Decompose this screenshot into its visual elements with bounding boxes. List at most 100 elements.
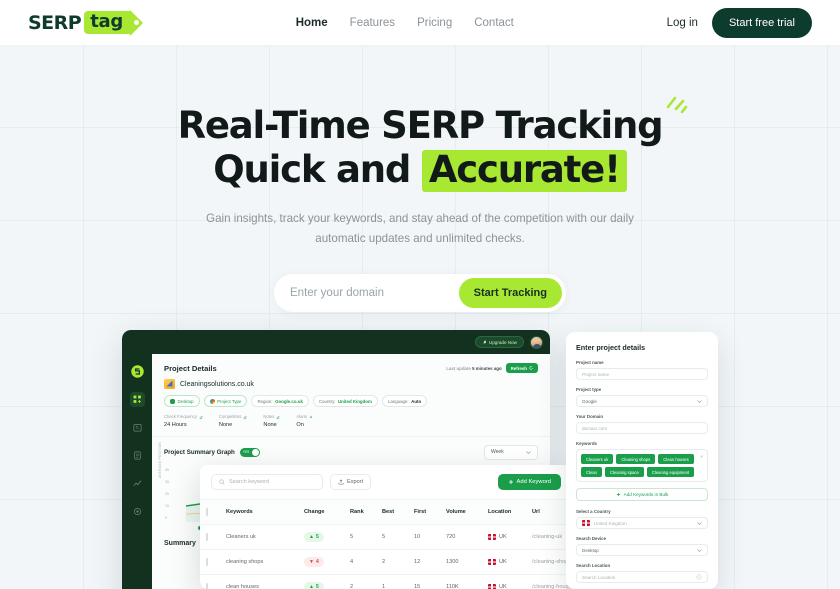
header-rank[interactable]: Rank [350, 509, 382, 515]
cell-change: ▲ 5 [304, 532, 350, 542]
keyword-chip[interactable]: Clean houses [658, 454, 694, 464]
chip-region-label: Region: [257, 398, 273, 404]
change-badge-up: ▲ 5 [304, 582, 324, 589]
nav-link-home[interactable]: Home [296, 17, 328, 29]
period-select[interactable]: Week [484, 444, 538, 460]
chip-country[interactable]: Country: United Kingdom [312, 395, 378, 407]
nav-link-pricing[interactable]: Pricing [417, 17, 452, 29]
table-row[interactable]: Cleaners uk ▲ 5 5 5 10 720 UK /cleaning-… [200, 524, 572, 549]
meta-competitors: Competitors None [219, 414, 248, 428]
sidebar-item-projects[interactable] [129, 392, 145, 407]
header-keywords[interactable]: Keywords [226, 509, 304, 515]
uk-flag-icon [488, 559, 496, 565]
rocket-icon [482, 339, 486, 344]
avatar[interactable] [530, 335, 543, 349]
header-best[interactable]: Best [382, 509, 414, 515]
cell-best: 2 [382, 559, 386, 565]
chip-project-type[interactable]: Project Type [203, 395, 248, 407]
chart-y-axis-label: AVERAGE POSITION [158, 441, 162, 478]
keyword-chip[interactable]: Cleaning equipment [646, 467, 695, 477]
project-name-input[interactable]: Project name [576, 368, 708, 380]
cell-location: UK [488, 559, 532, 565]
table-row[interactable]: cleaning shops ▼ 4 4 2 12 1300 UK /clean… [200, 549, 572, 574]
device-select[interactable]: Desktop [576, 544, 708, 556]
upgrade-now-button[interactable]: Upgrade Now [474, 336, 524, 348]
cell-rank: 4 [350, 559, 354, 565]
sidebar-item-analytics[interactable] [130, 476, 145, 491]
meta-check-frequency-label: Check Frequency [164, 414, 197, 419]
edit-icon[interactable] [276, 415, 280, 419]
summary-graph-toggle[interactable]: YES [239, 447, 260, 457]
chip-language-label: Language: [387, 398, 409, 404]
location-pin-icon [696, 574, 702, 580]
header-first[interactable]: First [414, 509, 446, 515]
row-checkbox[interactable] [206, 583, 208, 589]
edit-icon[interactable] [243, 415, 248, 419]
uk-flag-icon [582, 520, 590, 526]
keyword-search-field[interactable]: Search keyword [211, 474, 323, 490]
keyword-chip[interactable]: Cleaners uk [581, 454, 614, 464]
chip-region[interactable]: Region: Google.co.uk [251, 395, 309, 407]
sidebar-item-settings[interactable] [130, 504, 145, 519]
logo-tag-shape: tag [84, 9, 143, 36]
change-badge-down: ▼ 4 [304, 557, 324, 567]
your-domain-input[interactable]: domain.com [576, 422, 708, 434]
chip-project-type-label: Project Type [217, 398, 242, 404]
add-keywords-bulk-button[interactable]: Add Keywords in Bulk [576, 488, 708, 501]
nav-link-contact[interactable]: Contact [474, 17, 514, 29]
last-update-text: Last update 5 minutes ago [446, 366, 501, 371]
start-tracking-button[interactable]: Start Tracking [458, 277, 562, 308]
table-row[interactable]: clean houses ▲ 5 2 1 15 110K UK /cleanin… [200, 574, 572, 589]
logo-text-tag: tag [84, 10, 130, 35]
headline-line-1-wrap: Real-Time SERP Tracking [178, 96, 688, 148]
headline-highlight: Accurate! [421, 149, 627, 193]
device-value: Desktop [582, 547, 599, 553]
keyword-table-panel: Search keyword Export Add Keyword Keywor… [200, 465, 572, 589]
keyword-chip[interactable]: Cleaning shops [616, 454, 656, 464]
sidebar-item-calendar[interactable] [130, 420, 145, 435]
export-label: Export [347, 479, 364, 485]
keyword-chip[interactable]: Clean [581, 467, 602, 477]
sidebar-item-reports[interactable] [130, 448, 145, 463]
project-type-select[interactable]: Google [576, 395, 708, 407]
header-location[interactable]: Location [488, 509, 532, 515]
meta-notes-label: Notes [263, 414, 275, 419]
page-title: Real-Time SERP Tracking Quick and Accura… [0, 96, 840, 193]
chip-language[interactable]: Language: Auto [381, 395, 428, 407]
country-select[interactable]: United Kingdom [576, 517, 708, 529]
country-value: United Kingdom [594, 520, 627, 526]
location-label: UK [499, 559, 507, 565]
chip-language-value: Auto [411, 398, 422, 404]
cell-url[interactable]: /cleaning-houses [532, 584, 572, 589]
header-volume[interactable]: Volume [446, 509, 488, 515]
change-value: 4 [315, 559, 319, 565]
keyword-chip[interactable]: Cleaning space [604, 467, 644, 477]
search-location-input[interactable]: Search Location [576, 571, 708, 583]
cell-location: UK [488, 584, 532, 589]
domain-input[interactable] [290, 286, 459, 299]
chip-region-value: Google.co.uk [275, 398, 303, 404]
clear-keywords-icon[interactable]: × [700, 454, 703, 459]
header-change[interactable]: Change [304, 509, 350, 515]
row-checkbox[interactable] [206, 533, 208, 541]
add-keyword-button[interactable]: Add Keyword [497, 474, 561, 490]
refresh-button[interactable]: Refresh [505, 363, 538, 373]
brand-logo[interactable]: SERP tag [28, 9, 143, 36]
last-update-value: 5 minutes ago [472, 365, 502, 371]
cell-location: UK [488, 534, 532, 540]
headline-line-2-prefix: Quick and [213, 147, 422, 191]
start-free-trial-button[interactable]: Start free trial [711, 7, 812, 38]
keywords-chips-box[interactable]: Cleaners uk Cleaning shops Clean houses … [576, 449, 708, 482]
chip-device[interactable]: Desktop [164, 395, 200, 407]
edit-icon[interactable] [199, 415, 203, 419]
chart-y-ticks: 40 30 20 10 0 [165, 468, 169, 520]
chip-country-label: Country: [318, 398, 336, 404]
uk-flag-icon [488, 584, 496, 589]
chevron-down-icon [526, 450, 531, 454]
login-link[interactable]: Log in [667, 17, 698, 29]
chip-country-value: United Kingdom [337, 398, 372, 404]
export-button[interactable]: Export [330, 474, 372, 490]
row-checkbox[interactable] [206, 558, 208, 566]
select-all-checkbox[interactable] [206, 508, 208, 516]
nav-link-features[interactable]: Features [350, 17, 395, 29]
